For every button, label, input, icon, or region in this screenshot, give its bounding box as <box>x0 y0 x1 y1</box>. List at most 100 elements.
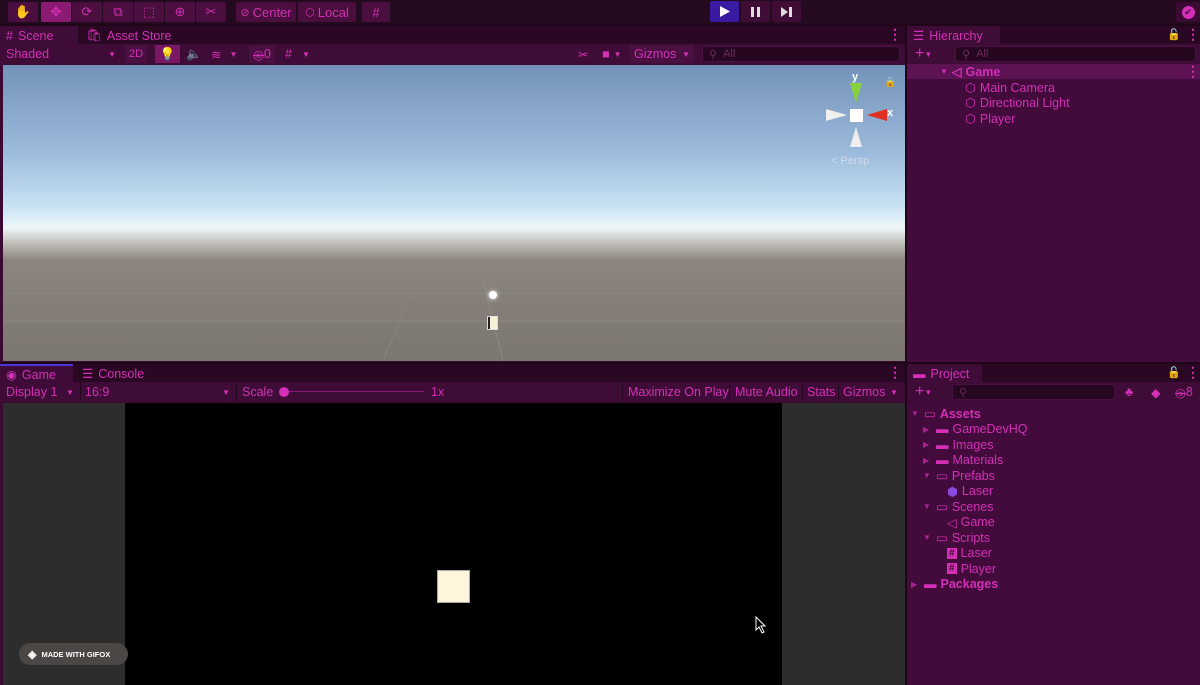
game-view[interactable] <box>125 403 782 685</box>
pivot-center-button[interactable]: ⊘ Center <box>236 2 296 22</box>
move-tool-button[interactable]: ✥ <box>41 2 71 22</box>
folder-icon: ▬ <box>913 366 926 381</box>
create-button[interactable]: + ▼ <box>911 383 936 401</box>
custom-tool-button[interactable]: ✂ <box>196 2 226 22</box>
tools-button[interactable]: ✂ <box>574 45 592 63</box>
step-button[interactable] <box>772 1 801 22</box>
chevron-down-icon: ▼ <box>108 49 116 59</box>
hierarchy-item[interactable]: ⬡ Player <box>965 111 1015 127</box>
project-item[interactable]: ▶ ▬ Images <box>923 437 994 452</box>
scene-menu-icon[interactable]: ⋮ <box>1186 64 1200 78</box>
play-button[interactable] <box>710 1 739 22</box>
tab-game[interactable]: ◉ Game <box>0 364 73 383</box>
project-item[interactable]: ▶ ▬ Materials <box>923 453 1003 468</box>
move-icon: ✥ <box>50 4 62 19</box>
lock-icon[interactable]: 🔓 <box>1167 28 1181 41</box>
tab-console[interactable]: ☰ Console <box>76 364 150 383</box>
maximize-on-play-toggle[interactable]: Maximize On Play <box>624 383 733 401</box>
tab-asset-store[interactable]: 🛍 Asset Store <box>80 26 178 45</box>
filter-label-button[interactable]: ◆ <box>1147 383 1165 401</box>
expanded-arrow-icon[interactable]: ▼ <box>923 533 932 542</box>
game-viewport[interactable]: ◈ MADE WITH GIFOX <box>3 403 905 685</box>
tools-icon: ✂ <box>205 4 217 19</box>
collapsed-arrow-icon[interactable]: ▶ <box>911 580 920 589</box>
project-item[interactable]: # Laser <box>947 546 992 561</box>
scale-tool-button[interactable]: ⧉ <box>103 2 133 22</box>
gizmos-button[interactable]: Gizmos <box>630 45 681 63</box>
game-gizmos-button[interactable]: Gizmos <box>839 383 889 401</box>
rect-tool-button[interactable]: ⬚ <box>134 2 164 22</box>
project-item[interactable]: ◁ Game <box>947 515 995 530</box>
project-item[interactable]: ▼ ▭ Scripts <box>923 530 990 546</box>
grid-snap-button[interactable]: # <box>362 2 390 22</box>
pause-button[interactable] <box>741 1 770 22</box>
pause-icon <box>751 6 760 17</box>
create-button[interactable]: + ▼ <box>911 45 936 63</box>
hidden-objects-toggle[interactable]: ◎ 0 <box>249 45 275 63</box>
lock-icon[interactable]: 🔒 <box>884 77 896 88</box>
grid-dropdown[interactable]: # ▼ <box>281 45 321 63</box>
project-item[interactable]: ⬢ Laser <box>947 484 993 499</box>
scene-root[interactable]: ▼ ◁ Game <box>940 64 1000 80</box>
shading-dropdown[interactable]: Shaded ▼ <box>2 45 120 63</box>
hand-tool-button[interactable]: ✋ <box>8 2 38 22</box>
panel-menu-icon[interactable]: ⋮ <box>1186 365 1200 379</box>
audio-toggle[interactable]: 🔈 <box>183 45 205 63</box>
game-gizmos-dropdown[interactable]: ▼ <box>886 383 902 401</box>
scale-slider-handle[interactable] <box>279 387 289 397</box>
gizmos-dropdown[interactable]: ▼ <box>678 45 694 63</box>
filter-type-button[interactable]: ♣ <box>1121 383 1137 401</box>
display-dropdown[interactable]: Display 1 ▼ <box>2 383 78 401</box>
project-item[interactable]: ▶ ▬ GameDevHQ <box>923 422 1028 437</box>
2d-toggle[interactable]: 2D <box>125 45 148 63</box>
hierarchy-item[interactable]: ⬡ Directional Light <box>965 95 1070 111</box>
aspect-dropdown[interactable]: 16:9 ▼ <box>81 383 234 401</box>
light-gizmo-icon[interactable] <box>489 291 497 299</box>
project-item-label: Prefabs <box>951 468 995 483</box>
scene-viewport[interactable]: y x < Persp 🔒 <box>3 65 905 361</box>
rotate-tool-button[interactable]: ⟳ <box>72 2 102 22</box>
chevron-down-icon: ▼ <box>682 49 690 59</box>
project-item[interactable]: # Player <box>947 561 996 576</box>
mute-audio-toggle[interactable]: Mute Audio <box>731 383 802 401</box>
collapsed-arrow-icon[interactable]: ▶ <box>923 456 932 465</box>
project-item[interactable]: ▶ ▬ Packages <box>911 577 998 592</box>
collapsed-arrow-icon[interactable]: ▶ <box>923 440 932 449</box>
panel-menu-icon[interactable]: ⋮ <box>888 365 902 379</box>
panel-menu-icon[interactable]: ⋮ <box>888 27 902 41</box>
effects-dropdown[interactable]: ≋ ▼ <box>207 45 247 63</box>
folder-open-icon: ▭ <box>936 469 948 483</box>
tab-hierarchy[interactable]: ☰ Hierarchy <box>907 26 1000 45</box>
gifox-watermark: ◈ MADE WITH GIFOX <box>19 643 128 665</box>
expanded-arrow-icon[interactable]: ▼ <box>911 409 920 418</box>
scene-tabbar: # Scene 🛍 Asset Store ⋮ <box>0 26 905 45</box>
tab-project[interactable]: ▬ Project <box>907 364 982 383</box>
hidden-packages-toggle[interactable]: ◎ 8 <box>1171 383 1197 401</box>
project-item[interactable]: ▼ ▭ Prefabs <box>923 468 995 484</box>
camera-dropdown[interactable]: ■ ▼ <box>598 45 625 63</box>
project-item[interactable]: ▼ ▭ Scenes <box>923 499 994 515</box>
transform-tool-button[interactable]: ⊕ <box>165 2 195 22</box>
chevron-down-icon: ▼ <box>924 49 933 59</box>
lock-icon[interactable]: 🔓 <box>1167 366 1181 379</box>
scene-search-input[interactable]: ⚲ All <box>702 46 900 62</box>
tab-scene[interactable]: # Scene <box>0 26 78 45</box>
account-button[interactable]: ✔ <box>1176 2 1200 22</box>
project-item[interactable]: ▼ ▭ Assets <box>911 406 981 422</box>
list-icon: ☰ <box>913 29 925 43</box>
panel-menu-icon[interactable]: ⋮ <box>1186 27 1200 41</box>
hierarchy-item[interactable]: ⬡ Main Camera <box>965 80 1055 96</box>
scale-slider-track[interactable] <box>284 391 424 392</box>
collapsed-arrow-icon[interactable]: ▶ <box>923 425 932 434</box>
projection-label[interactable]: < Persp <box>831 155 869 167</box>
project-search-input[interactable]: ⚲ <box>952 384 1115 400</box>
expanded-arrow-icon[interactable]: ▼ <box>923 502 932 511</box>
stats-toggle[interactable]: Stats <box>803 383 840 401</box>
folder-icon: ▬ <box>936 453 949 467</box>
hierarchy-search-input[interactable]: ⚲ All <box>955 46 1196 62</box>
lighting-toggle[interactable]: 💡 <box>155 45 180 63</box>
pivot-local-button[interactable]: ⬡ Local <box>298 2 356 22</box>
expanded-arrow-icon[interactable]: ▼ <box>923 471 932 480</box>
tag-icon: ◆ <box>1151 385 1161 400</box>
player-object[interactable] <box>487 316 498 330</box>
